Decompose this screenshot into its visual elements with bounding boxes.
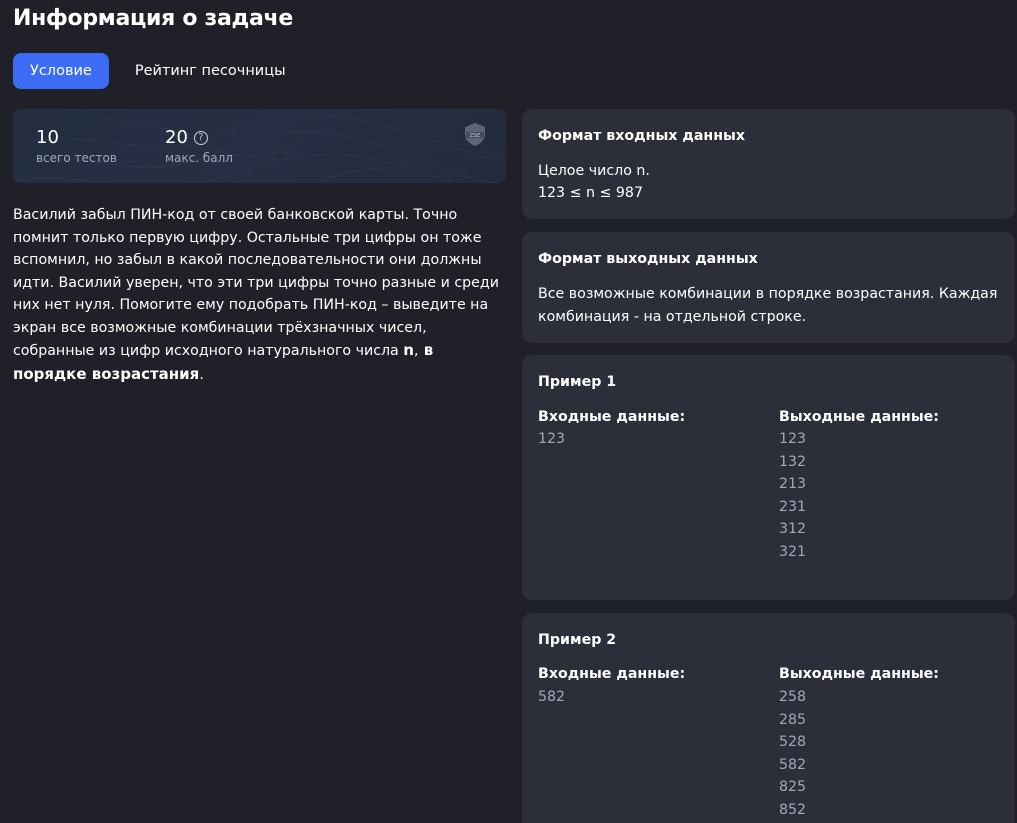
task-info-page: Информация о задаче Условие Рейтинг песо…	[0, 0, 1017, 823]
tab-sandbox-rating[interactable]: Рейтинг песочницы	[118, 53, 303, 89]
max-score: 20	[165, 127, 188, 148]
statement-variable: n	[403, 341, 414, 359]
tests-label: всего тестов	[36, 151, 117, 165]
example-input-block: 123	[538, 428, 565, 451]
example-output-line: 321	[779, 543, 807, 560]
example-output-line: 258	[779, 689, 807, 705]
statement-end: .	[199, 366, 204, 383]
badge-text: ZSE	[470, 133, 481, 139]
example-card: Пример 2 Входные данные: Выходные данные…	[522, 613, 1015, 823]
score-stat: 20? макс. балл	[165, 127, 233, 165]
tab-condition[interactable]: Условие	[13, 53, 109, 89]
example-output-block: 123 132 213 231 312 321	[779, 428, 806, 563]
example-input-line: 123	[538, 431, 566, 447]
tab-bar: Условие Рейтинг песочницы	[13, 53, 303, 89]
example-output-line: 312	[779, 521, 807, 537]
help-icon[interactable]: ?	[193, 131, 208, 145]
example-output-line: 132	[779, 453, 807, 470]
page-title: Информация о задаче	[13, 6, 293, 31]
example-output-line: 528	[779, 734, 807, 750]
tests-stat: 10 всего тестов	[36, 127, 117, 165]
output-format-title: Формат выходных данных	[538, 251, 758, 267]
example-output-block: 258 285 528 582 825 852	[779, 686, 806, 821]
example-output-line: 231	[779, 498, 807, 515]
example-input-label: Входные данные:	[538, 666, 686, 682]
example-output-line: 852	[779, 801, 807, 818]
input-format-line2: 123 ≤ n ≤ 987	[538, 185, 643, 201]
example-title: Пример 2	[538, 632, 617, 648]
example-output-label: Выходные данные:	[779, 409, 939, 425]
example-output-label: Выходные данные:	[779, 666, 939, 682]
shield-badge-icon: ZSE	[465, 123, 485, 146]
problem-statement: Василий забыл ПИН-код от своей банковско…	[13, 204, 507, 386]
statement-text: Василий забыл ПИН-код от своей банковско…	[13, 207, 499, 359]
example-card: Пример 1 Входные данные: Выходные данные…	[522, 355, 1015, 600]
example-output-line: 825	[779, 779, 807, 795]
example-output-line: 582	[779, 756, 807, 773]
score-row: 20?	[165, 127, 233, 149]
example-output-line: 213	[779, 476, 807, 492]
example-input-line: 582	[538, 689, 566, 705]
input-format-line1: Целое число n.	[538, 163, 650, 179]
score-label: макс. балл	[165, 151, 233, 165]
example-input-label: Входные данные:	[538, 409, 686, 425]
example-input-block: 582	[538, 686, 565, 709]
example-output-line: 123	[779, 431, 807, 447]
output-format-text: Все возможные комбинации в порядке возра…	[538, 286, 998, 325]
example-output-line: 285	[779, 711, 807, 728]
example-title: Пример 1	[538, 374, 617, 390]
stats-card: 10 всего тестов 20? макс. балл ZSE	[13, 109, 506, 183]
input-format-title: Формат входных данных	[538, 128, 745, 144]
output-format-card: Формат выходных данных Все возможные ком…	[522, 232, 1015, 343]
input-format-card: Формат входных данных Целое число n. 123…	[522, 109, 1015, 219]
tests-count: 10	[36, 127, 59, 148]
